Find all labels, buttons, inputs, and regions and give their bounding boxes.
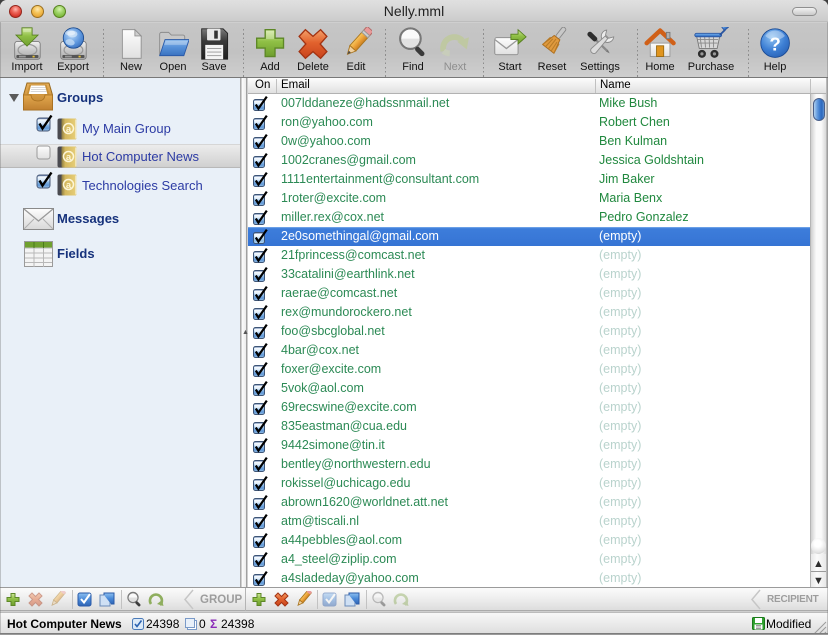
svg-text:?: ?: [769, 33, 780, 54]
svg-text:a: a: [66, 152, 72, 163]
svg-text:a: a: [66, 180, 72, 191]
svg-text:a: a: [66, 124, 72, 135]
